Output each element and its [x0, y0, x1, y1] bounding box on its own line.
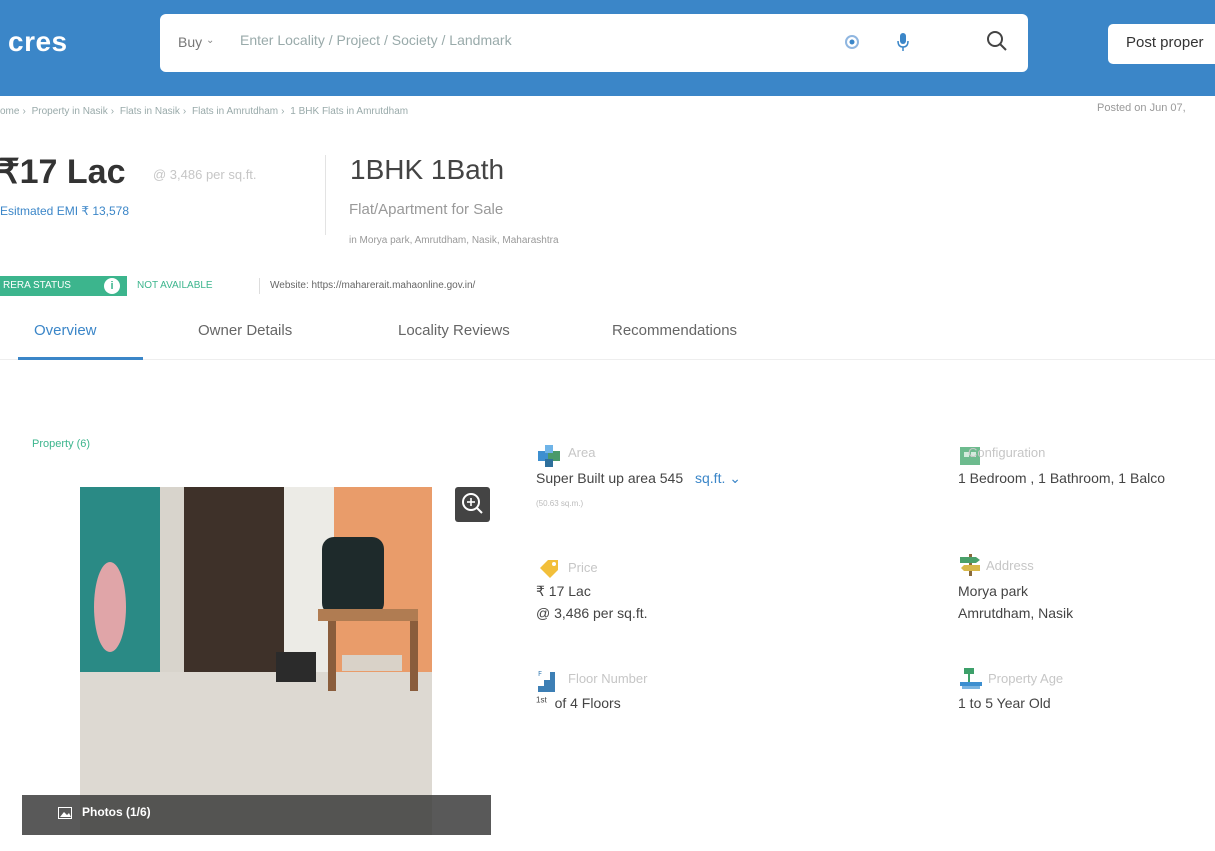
search-icon[interactable] — [985, 29, 1009, 53]
buy-dropdown[interactable]: Buy — [178, 34, 202, 50]
breadcrumb-item[interactable]: Flats in Nasik — [120, 106, 180, 117]
rera-label: RERA STATUS — [3, 280, 71, 291]
price-tag-icon — [540, 560, 558, 578]
svg-text:F: F — [538, 670, 542, 678]
floor-value: 1st of 4 Floors — [536, 695, 621, 711]
floor-icon: F — [538, 670, 555, 692]
price: ₹17 Lac — [0, 153, 126, 191]
floor-total: of 4 Floors — [554, 695, 621, 711]
area-value: Super Built up area 545 sq.ft. ⌄ — [536, 470, 741, 487]
price-label: Price — [568, 560, 598, 575]
area-text: Super Built up area 545 — [536, 470, 684, 486]
tab-owner-details[interactable]: Owner Details — [198, 322, 292, 339]
post-property-button[interactable]: Post proper — [1108, 24, 1215, 64]
mic-icon[interactable] — [895, 32, 911, 52]
unit-dropdown[interactable]: sq.ft. — [695, 470, 725, 486]
property-age-label: Property Age — [988, 671, 1064, 686]
divider — [259, 278, 260, 294]
breadcrumb: ome › Property in Nasik › Flats in Nasik › … — [0, 106, 409, 117]
signpost-icon — [960, 554, 980, 576]
floor-label: Floor Number — [568, 671, 648, 686]
breadcrumb-item[interactable]: 1 BHK Flats in Amrutdham — [290, 106, 408, 117]
site-logo[interactable]: cres — [8, 26, 68, 58]
area-label: Area — [568, 445, 596, 460]
active-tab-indicator — [18, 357, 143, 360]
photos-bar[interactable]: Photos (1/6) — [22, 795, 491, 835]
property-photo[interactable] — [80, 487, 432, 835]
area-sqm: (50.63 sq.m.) — [536, 499, 584, 508]
location-icon[interactable] — [844, 34, 860, 50]
area-icon — [538, 445, 560, 467]
tab-overview[interactable]: Overview — [34, 322, 97, 339]
tabs-border — [0, 359, 1215, 360]
listing-subtitle: Flat/Apartment for Sale — [349, 201, 504, 218]
breadcrumb-item[interactable]: Property in Nasik — [32, 106, 108, 117]
property-age-icon — [960, 668, 982, 689]
top-header: cres Buy ⌄ Enter Locality / Project / So… — [0, 0, 1215, 96]
address-line1: Morya park — [958, 583, 1029, 599]
configuration-value: 1 Bedroom , 1 Bathroom, 1 Balco — [958, 470, 1165, 486]
divider — [325, 155, 326, 235]
zoom-in-icon — [462, 493, 483, 514]
tab-recommendations[interactable]: Recommendations — [612, 322, 737, 339]
search-bar[interactable]: Buy ⌄ Enter Locality / Project / Society… — [160, 14, 1028, 72]
chevron-down-icon[interactable]: ⌄ — [206, 35, 214, 46]
photos-count: Photos (1/6) — [82, 805, 151, 819]
floor-ordinal: 1st — [536, 695, 547, 705]
property-age-value: 1 to 5 Year Old — [958, 695, 1051, 711]
rera-status-value: NOT AVAILABLE — [137, 280, 213, 291]
rera-website[interactable]: Website: https://maharerait.mahaonline.g… — [270, 280, 475, 291]
chevron-down-icon[interactable]: ⌄ — [729, 470, 741, 486]
breadcrumb-item[interactable]: Flats in Amrutdham — [192, 106, 278, 117]
breadcrumb-item[interactable]: ome — [0, 106, 19, 117]
search-input[interactable]: Enter Locality / Project / Society / Lan… — [240, 32, 512, 48]
info-icon[interactable]: i — [104, 278, 120, 294]
price-value: ₹ 17 Lac — [536, 583, 591, 599]
listing-address: in Morya park, Amrutdham, Nasik, Maharas… — [349, 235, 559, 246]
posted-date: Posted on Jun 07, — [1097, 102, 1186, 114]
configuration-label: Configuration — [968, 445, 1046, 460]
address-label: Address — [986, 558, 1034, 573]
tab-locality-reviews[interactable]: Locality Reviews — [398, 322, 510, 339]
price-per-sqft: @ 3,486 per sq.ft. — [153, 167, 257, 182]
image-icon — [58, 807, 72, 819]
address-line2: Amrutdham, Nasik — [958, 605, 1074, 621]
property-photo-count: Property (6) — [32, 438, 91, 450]
price-per-sqft-value: @ 3,486 per sq.ft. — [536, 605, 648, 621]
zoom-button[interactable] — [455, 487, 490, 522]
listing-title: 1BHK 1Bath — [350, 154, 505, 185]
emi-link[interactable]: Esitmated EMI ₹ 13,578 — [0, 204, 129, 218]
